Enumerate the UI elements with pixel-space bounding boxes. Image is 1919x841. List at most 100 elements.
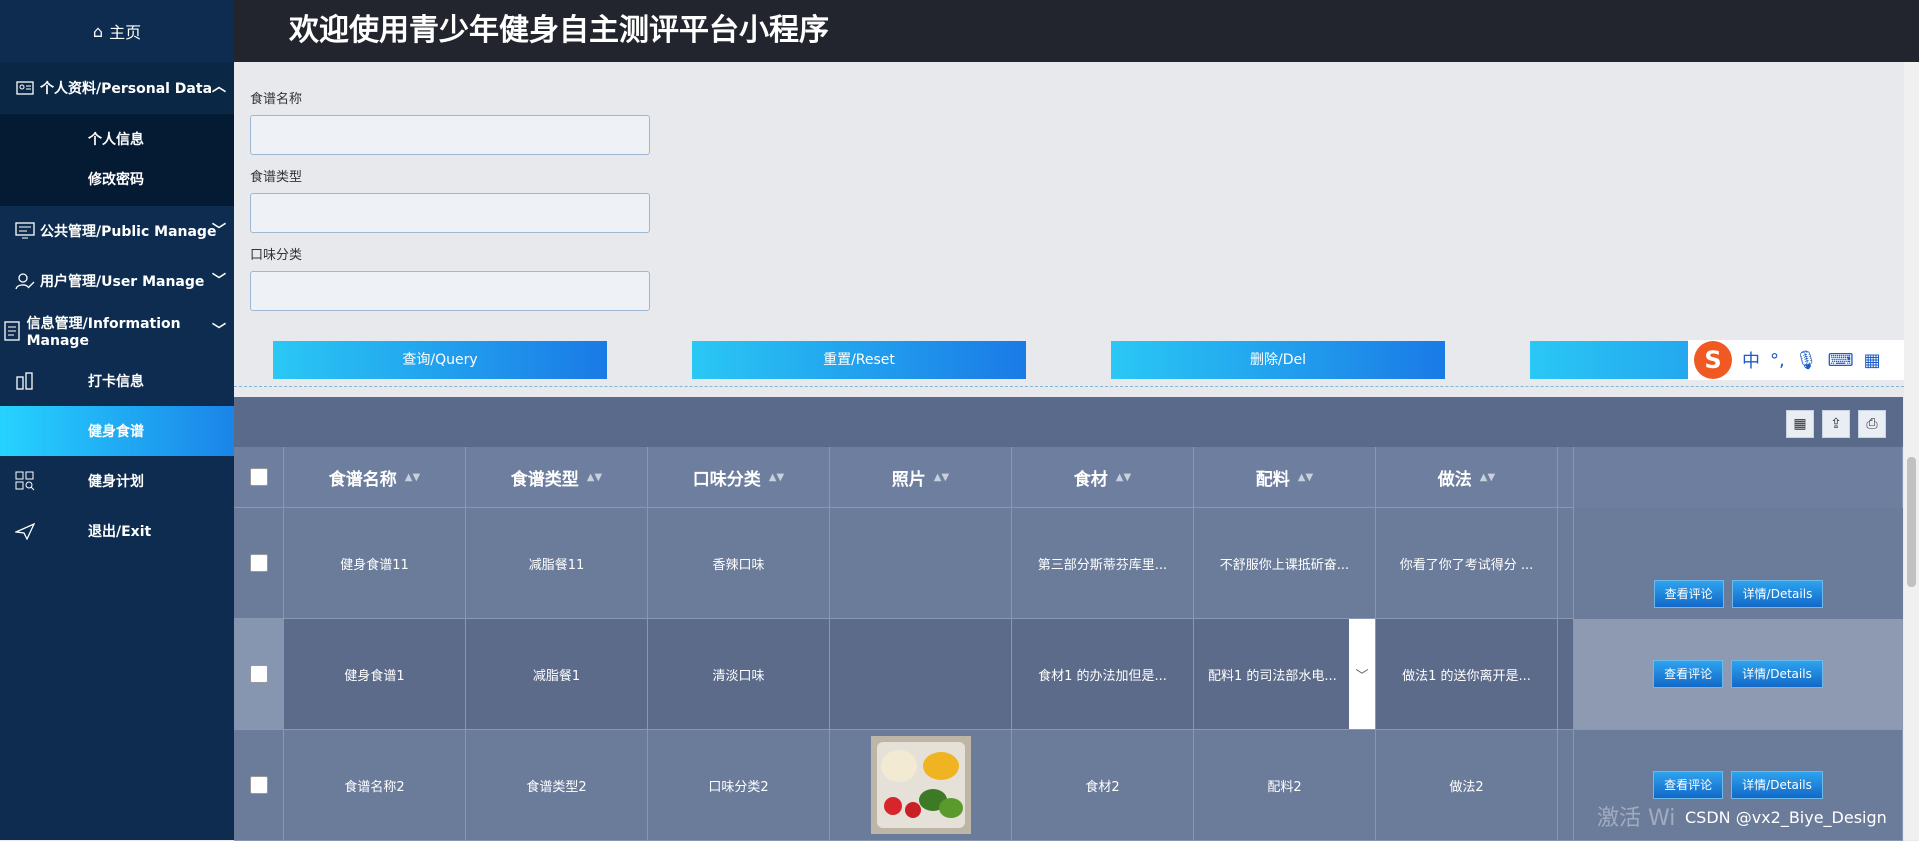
header-photo[interactable]: 照片 ▲▼ [830, 447, 1012, 508]
actions-cell: 查看评论 详情/Details [1574, 619, 1903, 730]
header-ingredient[interactable]: 配料 ▲▼ [1194, 447, 1376, 508]
row-checkbox[interactable] [249, 665, 268, 683]
reset-button[interactable]: 重置/Reset [692, 341, 1026, 379]
cell-food: 食材1 的办法加但是... [1012, 619, 1194, 730]
sogou-logo-icon: S [1694, 341, 1732, 379]
header-label: 食谱名称 [328, 469, 397, 490]
monitor-icon [14, 220, 36, 242]
sidebar-item-label: 健身计划 [88, 474, 144, 490]
view-comments-button[interactable]: 查看评论 [1653, 771, 1724, 799]
header-label: 照片 [891, 469, 926, 490]
cell-method: 做法1 的送你离开是... [1376, 619, 1558, 730]
chevron-down-icon: ﹀ [212, 273, 226, 289]
columns-icon[interactable]: ▦ [1786, 410, 1814, 438]
scrollbar-thumb[interactable] [1907, 457, 1916, 587]
keyboard-icon[interactable]: ⌨ [1828, 350, 1854, 371]
sidebar-home-label: 主页 [109, 23, 142, 42]
row-checkbox-cell [234, 730, 284, 841]
ime-language[interactable]: 中 [1742, 347, 1760, 373]
microphone-icon[interactable]: 🎙 [1795, 350, 1818, 371]
page-title: 欢迎使用青少年健身自主测评平台小程序 [234, 0, 1919, 62]
header-checkbox-cell [234, 447, 284, 508]
sidebar-group-information[interactable]: 信息管理/Information Manage ﹀ [0, 306, 234, 356]
row-actions-1: 查看评论 详情/Details [234, 569, 1903, 619]
select-all-checkbox[interactable] [249, 468, 268, 486]
header-method[interactable]: 做法 ▲▼ [1376, 447, 1558, 508]
sidebar-item-recipes[interactable]: 健身食谱 [0, 406, 234, 456]
row-checkbox-cell [234, 619, 284, 730]
csdn-watermark: CSDN @vx2_Biye_Design [1685, 808, 1887, 827]
header-taste[interactable]: 口味分类 ▲▼ [648, 447, 830, 508]
sidebar-group-user[interactable]: 用户管理/User Manage ﹀ [0, 256, 234, 306]
header-food[interactable]: 食材 ▲▼ [1012, 447, 1194, 508]
ime-punctuation[interactable]: °, [1770, 350, 1785, 371]
sidebar-group-label: 信息管理/Information Manage [26, 316, 181, 349]
sidebar-item-change-password[interactable]: 修改密码 [0, 160, 234, 200]
cell-photo [830, 730, 1012, 841]
windows-activation-watermark: 激活 Wi [1597, 806, 1676, 831]
apps-icon[interactable]: ▦ [1864, 350, 1881, 371]
header-recipe-name[interactable]: 食谱名称 ▲▼ [284, 447, 466, 508]
print-icon[interactable]: ⎙ [1858, 410, 1886, 438]
header-label: 配料 [1255, 469, 1290, 490]
details-button[interactable]: 详情/Details [1731, 580, 1824, 608]
sidebar-group-public[interactable]: 公共管理/Public Manage ﹀ [0, 206, 234, 256]
sort-icon: ▲▼ [586, 471, 603, 483]
divider [234, 386, 1904, 387]
sidebar: ⌂ 主页 个人资料/Personal Data ︿ 个人信息 修改密码 公共管理… [0, 0, 234, 840]
sort-icon: ▲▼ [933, 471, 950, 483]
cell-recipe-name: 食谱名称2 [284, 730, 466, 841]
header-spacer [1558, 447, 1574, 508]
chevron-down-icon: ﹀ [212, 323, 226, 339]
page-scrollbar[interactable] [1904, 62, 1919, 840]
expand-chevron-icon[interactable]: ﹀ [1349, 619, 1375, 729]
header-label: 食谱类型 [510, 469, 579, 490]
sidebar-item-exit[interactable]: 退出/Exit [0, 506, 234, 556]
sidebar-home[interactable]: ⌂ 主页 [0, 0, 234, 62]
sidebar-group-label: 个人资料/Personal Data [40, 81, 213, 97]
query-button[interactable]: 查询/Query [273, 341, 607, 379]
cell-method: 做法2 [1376, 730, 1558, 841]
sort-icon: ▲▼ [768, 471, 785, 483]
header-recipe-type[interactable]: 食谱类型 ▲▼ [466, 447, 648, 508]
details-button[interactable]: 详情/Details [1731, 660, 1823, 688]
sort-icon: ▲▼ [1297, 471, 1314, 483]
sort-icon: ▲▼ [404, 471, 421, 483]
cell-recipe-name: 健身食谱1 [284, 619, 466, 730]
sidebar-item-label: 健身食谱 [88, 424, 144, 440]
recipe-photo[interactable] [870, 736, 971, 834]
details-button[interactable]: 详情/Details [1731, 771, 1823, 799]
user-edit-icon [14, 270, 36, 292]
field-label-recipe-type: 食谱类型 [250, 170, 303, 185]
chevron-down-icon: ﹀ [212, 223, 226, 239]
export-icon[interactable]: ⇪ [1822, 410, 1850, 438]
row-checkbox[interactable] [249, 776, 268, 794]
table-row[interactable]: 健身食谱1 减脂餐1 清淡口味 食材1 的办法加但是... 配料1 的司法部水电… [234, 619, 1903, 730]
sort-icon: ▲▼ [1479, 471, 1496, 483]
cell-taste: 清淡口味 [648, 619, 830, 730]
sidebar-submenu-personal: 个人信息 修改密码 [0, 114, 234, 206]
checkin-icon [14, 370, 36, 392]
field-label-taste: 口味分类 [250, 248, 303, 263]
delete-button[interactable]: 删除/Del [1111, 341, 1445, 379]
view-comments-button[interactable]: 查看评论 [1653, 580, 1724, 608]
sidebar-item-label: 打卡信息 [88, 374, 144, 390]
field-label-recipe-name: 食谱名称 [250, 92, 303, 107]
view-comments-button[interactable]: 查看评论 [1653, 660, 1724, 688]
cell-recipe-type: 减脂餐1 [466, 619, 648, 730]
header-label: 食材 [1073, 469, 1108, 490]
sidebar-item-plan[interactable]: 健身计划 [0, 456, 234, 506]
cell-ingredient: 配料1 的司法部水电... ﹀ [1194, 619, 1376, 730]
header-label: 做法 [1437, 469, 1472, 490]
taste-input[interactable] [250, 271, 650, 311]
sidebar-item-personal-info[interactable]: 个人信息 [0, 120, 234, 160]
recipe-name-input[interactable] [250, 115, 650, 155]
header-label: 口味分类 [692, 469, 761, 490]
ime-toolbar[interactable]: S 中 °, 🎙 ⌨ ▦ [1688, 340, 1919, 380]
grid-search-icon [14, 470, 36, 492]
recipe-type-input[interactable] [250, 193, 650, 233]
sidebar-item-checkin[interactable]: 打卡信息 [0, 356, 234, 406]
cell-taste: 口味分类2 [648, 730, 830, 841]
search-form: 食谱名称 食谱类型 口味分类 查询/Query 重置/Reset 删除/Del … [234, 62, 1904, 398]
sidebar-group-personal[interactable]: 个人资料/Personal Data ︿ [0, 62, 234, 114]
